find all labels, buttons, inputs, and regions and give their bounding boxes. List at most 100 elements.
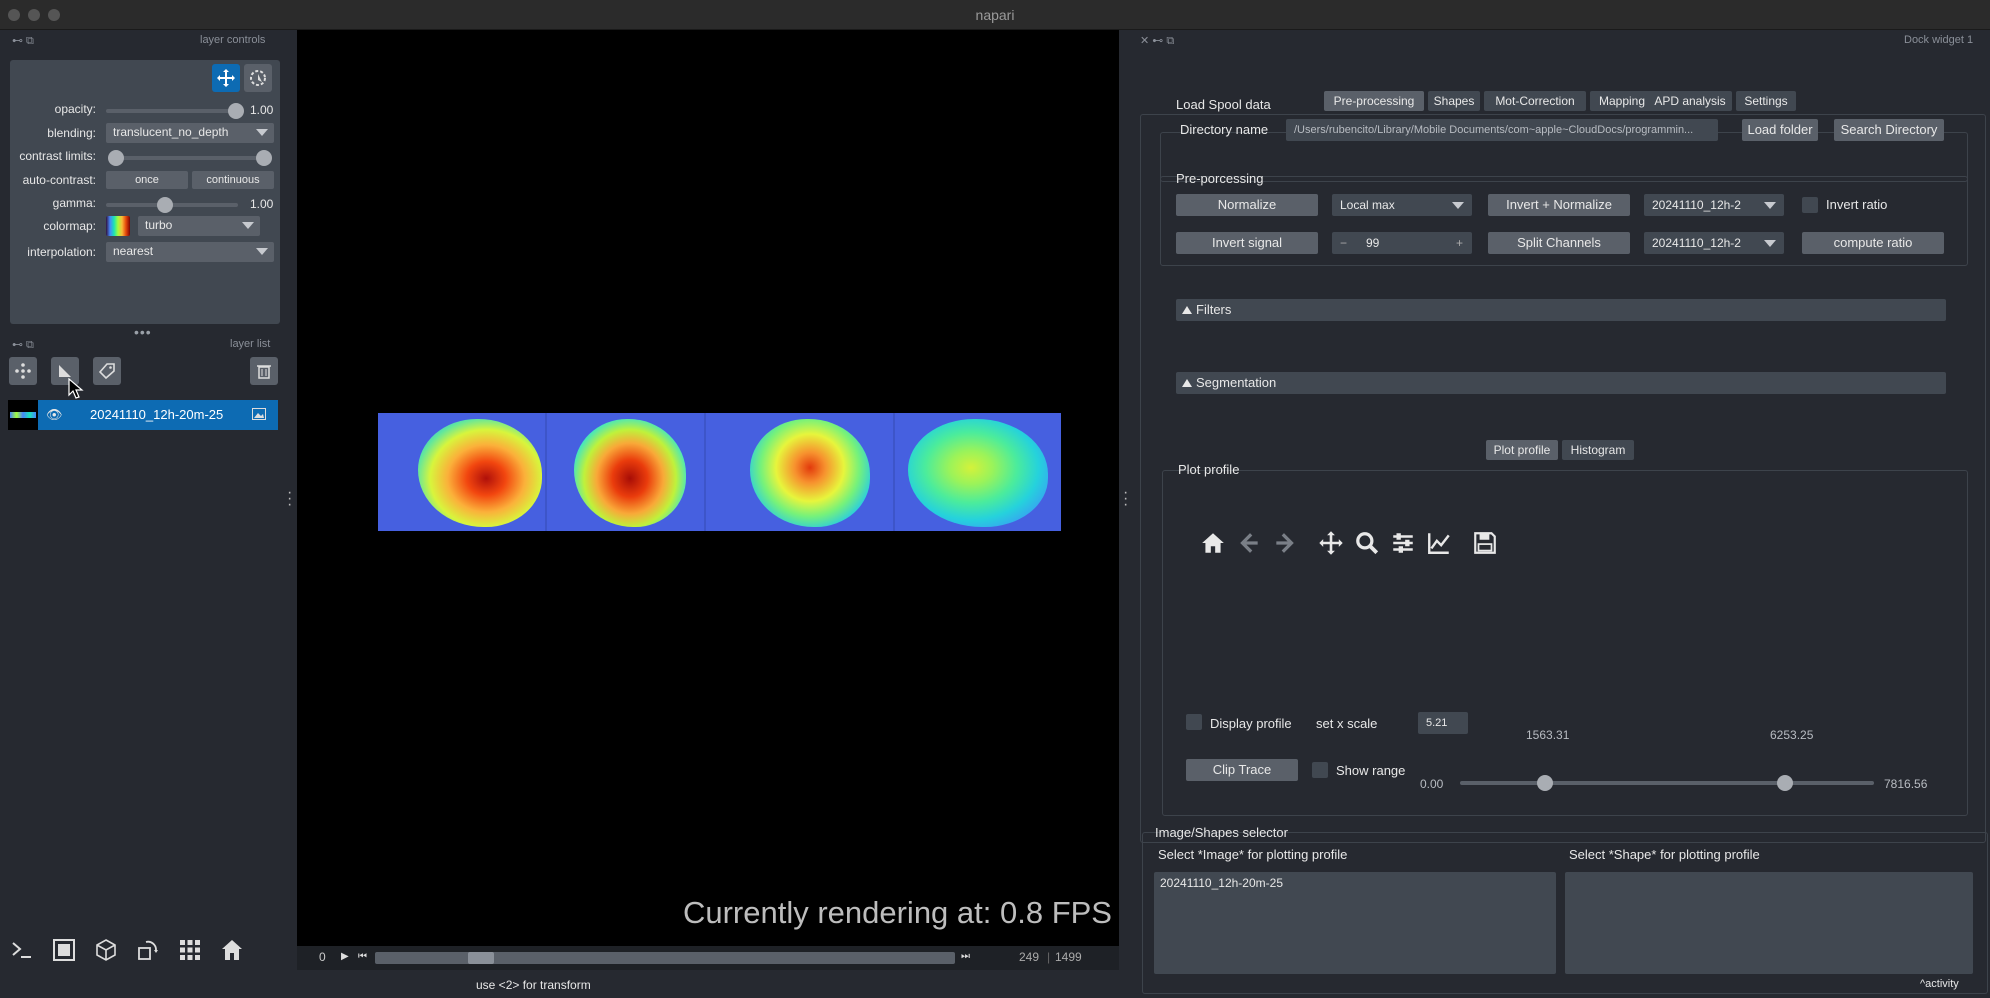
- shape-listbox[interactable]: [1565, 872, 1973, 974]
- contrast-limits-label: contrast limits:: [19, 149, 96, 163]
- search-directory-button[interactable]: Search Directory: [1834, 119, 1944, 141]
- frame-current[interactable]: 249: [1019, 950, 1039, 964]
- image-select-b[interactable]: 20241110_12h-2: [1644, 232, 1784, 254]
- layer-list-dock-icons[interactable]: ⊷ ⧉: [12, 338, 34, 352]
- invert-ratio-label: Invert ratio: [1826, 197, 1888, 212]
- invert-normalize-button[interactable]: Invert + Normalize: [1488, 194, 1630, 216]
- tab-mapping[interactable]: Mapping: [1590, 91, 1654, 111]
- tab-apd-analysis[interactable]: APD analysis: [1648, 91, 1732, 111]
- plot-forward-button[interactable]: [1272, 530, 1300, 558]
- load-folder-button[interactable]: Load folder: [1742, 119, 1818, 141]
- arrow-left-icon: [1240, 533, 1258, 553]
- plot-home-button[interactable]: [1200, 530, 1228, 558]
- contrast-max-handle[interactable]: [256, 150, 272, 166]
- tab-plot-profile[interactable]: Plot profile: [1486, 440, 1558, 460]
- segmentation-collapsible[interactable]: Segmentation: [1176, 372, 1946, 394]
- colormap-dropdown[interactable]: turbo: [138, 216, 260, 236]
- range-low-value: 1563.31: [1526, 728, 1570, 742]
- clip-range-low-handle[interactable]: [1537, 775, 1553, 791]
- frame-divider: [704, 413, 706, 531]
- split-channels-button[interactable]: Split Channels: [1488, 232, 1630, 254]
- interpolation-value: nearest: [113, 244, 154, 258]
- filters-label: Filters: [1196, 302, 1232, 317]
- trash-icon: [257, 365, 271, 379]
- clip-range-slider[interactable]: [1460, 781, 1874, 785]
- reset-view-button[interactable]: [220, 938, 244, 965]
- plot-pan-button[interactable]: [1318, 530, 1346, 558]
- new-labels-layer-button[interactable]: [93, 357, 121, 385]
- x-scale-input[interactable]: 5.21: [1418, 712, 1468, 734]
- console-button[interactable]: [10, 938, 34, 965]
- home-icon: [222, 940, 242, 960]
- clip-range-high-handle[interactable]: [1777, 775, 1793, 791]
- tab-mot-correction[interactable]: Mot-Correction: [1484, 91, 1586, 111]
- step-forward-button[interactable]: ⏭: [961, 951, 970, 962]
- tab-settings[interactable]: Settings: [1736, 91, 1796, 111]
- activity-button[interactable]: ^activity: [1920, 978, 1959, 990]
- step-back-button[interactable]: ⏮: [358, 951, 367, 962]
- eye-visibility-icon[interactable]: 👁: [46, 407, 63, 423]
- left-dock-splitter[interactable]: · · ·: [287, 485, 292, 513]
- contrast-min-handle[interactable]: [108, 150, 124, 166]
- normalize-method-dropdown[interactable]: Local max: [1332, 194, 1472, 216]
- invert-signal-button[interactable]: Invert signal: [1176, 232, 1318, 254]
- tab-histogram[interactable]: Histogram: [1562, 440, 1634, 460]
- frame-slider-handle[interactable]: [468, 952, 494, 964]
- directory-path-field[interactable]: /Users/rubencito/Library/Mobile Document…: [1286, 119, 1718, 141]
- heart-image-1: [418, 419, 542, 527]
- play-button[interactable]: ▶: [341, 951, 349, 962]
- filters-collapsible[interactable]: Filters: [1176, 299, 1946, 321]
- invert-ratio-checkbox[interactable]: [1802, 197, 1818, 213]
- image-listbox[interactable]: 20241110_12h-20m-25: [1154, 872, 1556, 974]
- plot-back-button[interactable]: [1236, 530, 1264, 558]
- fps-overlay: Currently rendering at: 0.8 FPS: [682, 895, 1112, 930]
- spin-decrement-button[interactable]: −: [1340, 232, 1347, 254]
- transpose-button[interactable]: [136, 938, 160, 965]
- tab-shapes[interactable]: Shapes: [1428, 91, 1480, 111]
- contrast-limits-slider[interactable]: [116, 156, 268, 160]
- normalize-button[interactable]: Normalize: [1176, 194, 1318, 216]
- plot-zoom-button[interactable]: [1354, 530, 1382, 558]
- panel-dock-icons[interactable]: ⊷ ⧉: [12, 34, 34, 48]
- roll-dims-button[interactable]: [94, 938, 118, 965]
- new-points-layer-button[interactable]: [9, 357, 37, 385]
- auto-contrast-continuous-button[interactable]: continuous: [192, 171, 274, 189]
- layer-list-item[interactable]: 👁 20241110_12h-20m-25: [38, 400, 278, 430]
- interpolation-dropdown[interactable]: nearest: [106, 242, 274, 262]
- spin-increment-button[interactable]: +: [1456, 232, 1463, 254]
- image-list-item[interactable]: 20241110_12h-20m-25: [1160, 876, 1550, 890]
- opacity-slider[interactable]: [106, 109, 238, 113]
- frame-total: 1499: [1055, 950, 1082, 964]
- invert-signal-spinbox[interactable]: − 99 +: [1332, 232, 1472, 254]
- auto-contrast-once-button[interactable]: once: [106, 171, 188, 189]
- heart-image-2: [574, 419, 686, 527]
- splitter-handle[interactable]: •••: [134, 324, 152, 340]
- grid-view-button[interactable]: [178, 938, 202, 965]
- delete-layer-button[interactable]: [250, 357, 278, 385]
- plot-configure-button[interactable]: [1390, 530, 1418, 558]
- spin-value: 99: [1366, 236, 1380, 250]
- pan-zoom-button[interactable]: [212, 64, 240, 92]
- colormap-value: turbo: [145, 218, 173, 232]
- ndisplay-button[interactable]: [52, 938, 76, 965]
- tab-pre-processing[interactable]: Pre-processing: [1324, 91, 1424, 111]
- transform-button[interactable]: [244, 64, 272, 92]
- frame-slider[interactable]: [375, 952, 955, 964]
- compute-ratio-button[interactable]: compute ratio: [1802, 232, 1944, 254]
- home-icon: [1202, 533, 1224, 553]
- blending-dropdown[interactable]: translucent_no_depth: [106, 123, 274, 143]
- image-select-b-value: 20241110_12h-2: [1652, 236, 1741, 250]
- cube-icon: [96, 939, 116, 961]
- layer-controls-header: layer controls: [200, 34, 266, 46]
- gamma-slider-handle[interactable]: [157, 197, 173, 213]
- plot-edit-axis-button[interactable]: [1426, 530, 1454, 558]
- window-title: napari: [975, 7, 1015, 23]
- show-range-checkbox[interactable]: [1312, 762, 1328, 778]
- image-select-a[interactable]: 20241110_12h-2: [1644, 194, 1784, 216]
- load-spool-title: Load Spool data: [1176, 97, 1271, 112]
- plot-save-button[interactable]: [1472, 530, 1500, 558]
- dock-close-icons[interactable]: ✕ ⊷ ⧉: [1140, 34, 1174, 48]
- display-profile-checkbox[interactable]: [1186, 714, 1202, 730]
- clip-trace-button[interactable]: Clip Trace: [1186, 759, 1298, 781]
- opacity-slider-handle[interactable]: [228, 103, 244, 119]
